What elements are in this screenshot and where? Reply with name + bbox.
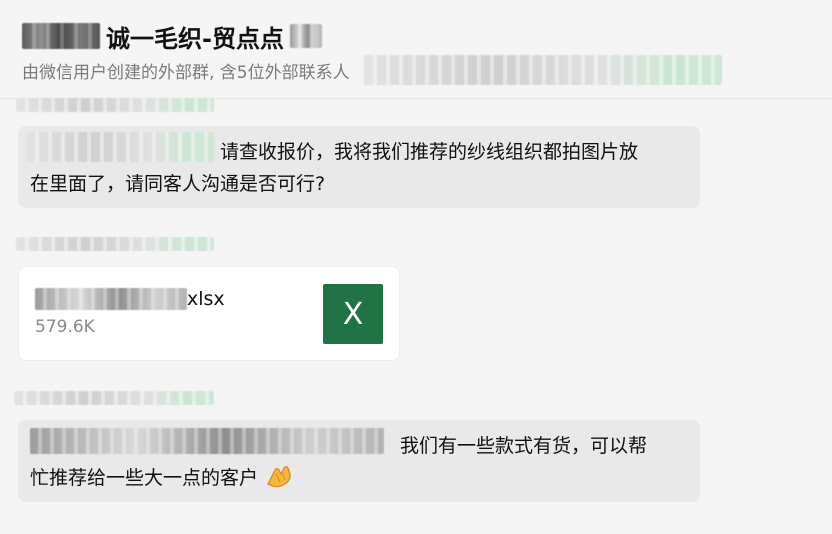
message-text-row: 忙推荐给一些大一点的客户	[30, 462, 293, 494]
redacted-members	[363, 55, 722, 85]
file-extension: xlsx	[187, 288, 225, 310]
group-title[interactable]: 诚一毛织-贸点点	[106, 19, 284, 54]
message-bubble[interactable]: 请查收报价，我将我们推荐的纱线组织都拍图片放 在里面了，请同客人沟通是否可行?	[18, 126, 700, 208]
sender-name	[16, 237, 214, 251]
excel-icon: X	[323, 284, 383, 344]
message-text-line: 请查收报价，我将我们推荐的纱线组织都拍图片放	[220, 141, 639, 163]
sender-name	[14, 391, 214, 405]
message-text-line: 忙推荐给一些大一点的客户	[30, 467, 259, 489]
message-bubble[interactable]: 我们有一些款式有货，可以帮 忙推荐给一些大一点的客户	[18, 420, 700, 502]
message-text-line: 在里面了，请同客人沟通是否可行?	[30, 173, 326, 195]
redacted-name	[289, 24, 322, 48]
chat-header: 诚一毛织-贸点点 由微信用户创建的外部群, 含5位外部联系人	[0, 0, 832, 99]
clap-hands-emoji-icon	[265, 462, 293, 492]
sender-name	[16, 98, 214, 112]
redacted-filename	[35, 288, 187, 310]
excel-icon-letter: X	[342, 296, 364, 332]
redacted-name	[22, 23, 100, 49]
file-size: 579.6K	[35, 317, 95, 337]
file-name-row: xlsx	[35, 287, 225, 311]
file-attachment-card[interactable]: xlsx 579.6K X	[18, 266, 400, 361]
redacted-mention	[26, 132, 214, 166]
subtitle-row: 由微信用户创建的外部群, 含5位外部联系人	[22, 55, 722, 85]
message-text-line: 我们有一些款式有货，可以帮	[400, 435, 648, 457]
group-subtitle: 由微信用户创建的外部群, 含5位外部联系人	[22, 62, 350, 83]
title-row: 诚一毛织-贸点点	[22, 18, 322, 54]
redacted-mention	[30, 428, 384, 458]
